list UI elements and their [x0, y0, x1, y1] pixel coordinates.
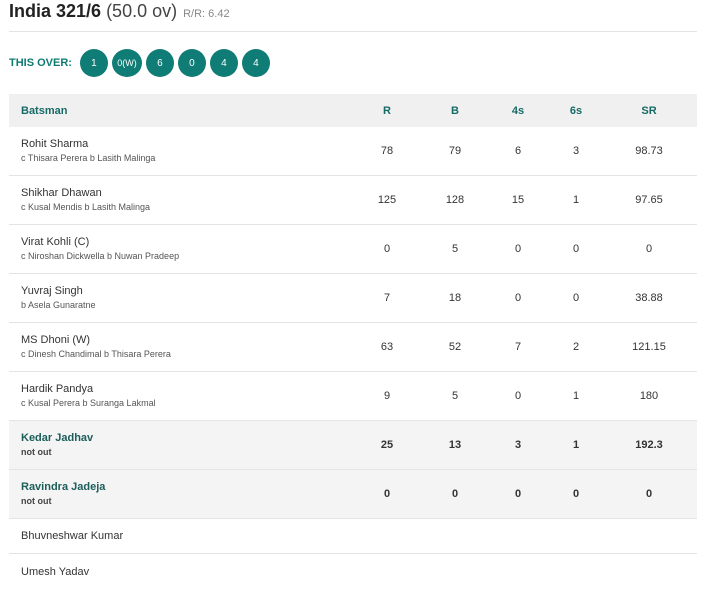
header-fours: 4s	[511, 104, 525, 117]
batsman-name[interactable]: Hardik Pandya	[21, 382, 349, 396]
team-score: India 321/6	[9, 1, 102, 21]
dismissal: not out	[21, 447, 52, 457]
sixes: 0	[572, 488, 580, 500]
runs: 9	[383, 390, 391, 402]
sixes: 2	[572, 341, 580, 353]
did-not-bat-cell: Bhuvneshwar Kumar	[9, 529, 349, 543]
runs: 0	[383, 243, 391, 255]
balls: 5	[451, 243, 459, 255]
fours: 0	[514, 488, 522, 500]
runs: 0	[383, 488, 391, 500]
header-sixes: 6s	[569, 104, 583, 117]
header-runs: R	[383, 104, 391, 117]
balls: 0	[451, 488, 459, 500]
batsman-cell: Rohit Sharma c Thisara Perera b Lasith M…	[9, 137, 349, 165]
run-rate: R/R: 6.42	[183, 8, 230, 20]
dismissal: c Kusal Perera b Suranga Lakmal	[21, 398, 156, 408]
runs: 125	[377, 194, 397, 206]
ball-5: 4	[209, 49, 238, 77]
batsman-row: Rohit Sharma c Thisara Perera b Lasith M…	[9, 127, 697, 176]
runs: 25	[380, 439, 394, 451]
batsman-cell: MS Dhoni (W) c Dinesh Chandimal b Thisar…	[9, 333, 349, 361]
sixes: 1	[572, 390, 580, 402]
batsman-name[interactable]: Virat Kohli (C)	[21, 235, 349, 249]
sixes: 0	[572, 292, 580, 304]
batsman-name[interactable]: Bhuvneshwar Kumar	[21, 529, 349, 543]
fours: 7	[514, 341, 522, 353]
batsman-row-not-out: Kedar Jadhav not out 25 13 3 1 192.3	[9, 421, 697, 470]
batsman-name[interactable]: Rohit Sharma	[21, 137, 349, 151]
fours: 3	[514, 439, 522, 451]
strike-rate: 0	[645, 488, 653, 500]
fours: 6	[514, 145, 522, 157]
batsman-name[interactable]: Shikhar Dhawan	[21, 186, 349, 200]
strike-rate: 121.15	[632, 341, 666, 353]
did-not-bat-row: Bhuvneshwar Kumar	[9, 519, 697, 554]
batsman-row: MS Dhoni (W) c Dinesh Chandimal b Thisar…	[9, 323, 697, 372]
header-strike-rate: SR	[641, 104, 657, 117]
ball-3: 6	[145, 49, 174, 77]
batsman-cell: Hardik Pandya c Kusal Perera b Suranga L…	[9, 382, 349, 410]
batsman-row-not-out: Ravindra Jadeja not out 0 0 0 0 0	[9, 470, 697, 519]
dismissal: c Kusal Mendis b Lasith Malinga	[21, 202, 151, 212]
batsman-name[interactable]: Umesh Yadav	[21, 565, 349, 579]
did-not-bat-cell: Umesh Yadav	[9, 565, 349, 579]
fours: 15	[511, 194, 525, 206]
this-over-label: THIS OVER:	[9, 57, 72, 69]
balls: 5	[451, 390, 459, 402]
strike-rate: 180	[639, 390, 659, 402]
batsman-row: Hardik Pandya c Kusal Perera b Suranga L…	[9, 372, 697, 421]
ball-2: 0(W)	[111, 49, 142, 77]
batsman-name[interactable]: Ravindra Jadeja	[21, 480, 349, 494]
ball-4: 0	[177, 49, 206, 77]
ball-1: 1	[79, 49, 108, 77]
dismissal: c Niroshan Dickwella b Nuwan Pradeep	[21, 251, 180, 261]
ball-6: 4	[241, 49, 270, 77]
balls: 13	[448, 439, 462, 451]
batsman-row: Yuvraj Singh b Asela Gunaratne 7 18 0 0 …	[9, 274, 697, 323]
dismissal: c Thisara Perera b Lasith Malinga	[21, 153, 156, 163]
batsman-cell: Ravindra Jadeja not out	[9, 480, 349, 508]
strike-rate: 97.65	[635, 194, 663, 206]
runs: 63	[380, 341, 394, 353]
balls: 18	[448, 292, 462, 304]
batsman-row: Virat Kohli (C) c Niroshan Dickwella b N…	[9, 225, 697, 274]
strike-rate: 192.3	[635, 439, 663, 451]
did-not-bat-row: Umesh Yadav	[9, 554, 697, 589]
this-over: THIS OVER: 1 0(W) 6 0 4 4	[9, 49, 270, 77]
balls: 79	[448, 145, 462, 157]
strike-rate: 98.73	[635, 145, 663, 157]
batsman-row: Shikhar Dhawan c Kusal Mendis b Lasith M…	[9, 176, 697, 225]
batting-table: Batsman R B 4s 6s SR Rohit Sharma c This…	[9, 94, 697, 589]
balls: 52	[448, 341, 462, 353]
header-batsman: Batsman	[21, 104, 68, 117]
batsman-cell: Yuvraj Singh b Asela Gunaratne	[9, 284, 349, 312]
runs: 78	[380, 145, 394, 157]
fours: 0	[514, 390, 522, 402]
strike-rate: 0	[645, 243, 653, 255]
strike-rate: 38.88	[635, 292, 663, 304]
sixes: 1	[572, 194, 580, 206]
balls: 128	[445, 194, 465, 206]
batsman-name[interactable]: Kedar Jadhav	[21, 431, 349, 445]
dismissal: b Asela Gunaratne	[21, 300, 96, 310]
batsman-cell: Kedar Jadhav not out	[9, 431, 349, 459]
score-header: India 321/6 (50.0 ov) R/R: 6.42	[9, 1, 230, 23]
header-balls: B	[451, 104, 459, 117]
dismissal: not out	[21, 496, 52, 506]
sixes: 3	[572, 145, 580, 157]
table-header: Batsman R B 4s 6s SR	[9, 94, 697, 127]
batsman-cell: Virat Kohli (C) c Niroshan Dickwella b N…	[9, 235, 349, 263]
batsman-name[interactable]: MS Dhoni (W)	[21, 333, 349, 347]
sixes: 0	[572, 243, 580, 255]
divider	[9, 31, 697, 32]
dismissal: c Dinesh Chandimal b Thisara Perera	[21, 349, 171, 359]
batsman-cell: Shikhar Dhawan c Kusal Mendis b Lasith M…	[9, 186, 349, 214]
overs: (50.0 ov)	[106, 1, 178, 21]
sixes: 1	[572, 439, 580, 451]
fours: 0	[514, 292, 522, 304]
runs: 7	[383, 292, 391, 304]
batsman-name[interactable]: Yuvraj Singh	[21, 284, 349, 298]
fours: 0	[514, 243, 522, 255]
